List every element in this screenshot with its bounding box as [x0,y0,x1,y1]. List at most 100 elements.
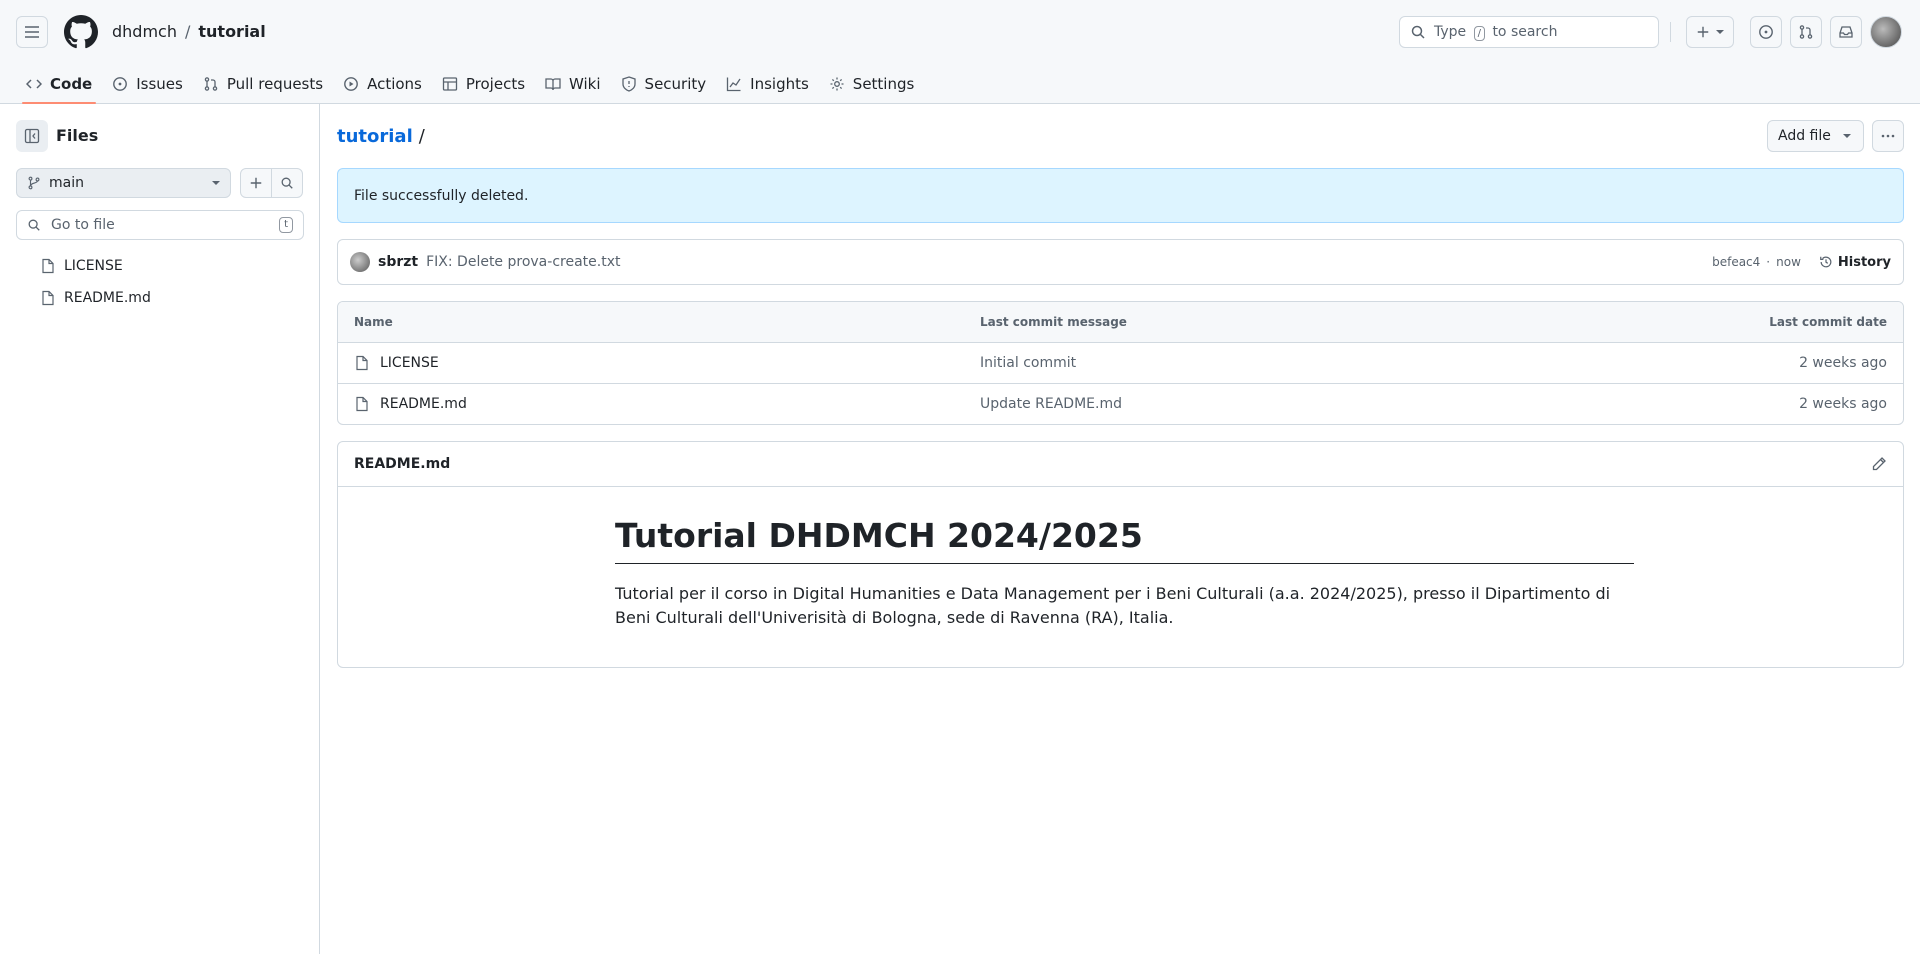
file-name-link[interactable]: README.md [380,396,467,412]
readme-heading: Tutorial DHDMCH 2024/2025 [615,516,1634,564]
tab-security[interactable]: Security [611,64,717,104]
readme-filename[interactable]: README.md [354,456,450,472]
repo-tabs: Code Issues Pull requests Actions Projec… [16,64,924,104]
file-commit-message[interactable]: Initial commit [980,355,1687,371]
repo-link[interactable]: tutorial [198,22,265,41]
git-pull-request-icon [204,77,218,91]
go-to-file-input[interactable]: Go to file t [16,210,304,240]
tab-label: Pull requests [226,75,324,93]
pencil-icon[interactable] [1871,456,1887,472]
collapse-sidebar-button[interactable] [16,120,48,152]
history-button[interactable]: History [1819,255,1891,270]
graph-icon [727,77,741,92]
readme-panel: README.md Tutorial DHDMCH 2024/2025 Tuto… [337,441,1904,668]
search-input[interactable]: Type / to search [1399,16,1659,48]
path-separator: / [418,126,425,147]
path-repo-link[interactable]: tutorial [337,126,413,147]
file-commit-date: 2 weeks ago [1799,355,1887,371]
branch-name: main [49,175,84,191]
tab-pull-requests[interactable]: Pull requests [193,64,333,104]
commit-author[interactable]: sbrzt [378,254,418,270]
search-shortcut-key: / [1473,25,1485,41]
go-to-file-shortcut: t [279,217,293,233]
go-to-file-placeholder: Go to file [51,217,115,233]
issues-button[interactable] [1750,16,1782,48]
commit-message[interactable]: FIX: Delete prova-create.txt [426,254,620,270]
search-icon [28,219,40,231]
add-file-label: Add file [1778,128,1831,144]
commit-meta-dot: · [1766,255,1771,269]
table-row[interactable]: LICENSE Initial commit 2 weeks ago [338,342,1903,383]
search-suffix: to search [1492,23,1558,40]
row-name-cell: README.md [354,396,980,412]
header-divider [1670,22,1671,42]
latest-commit-bar: sbrzt FIX: Delete prova-create.txt befea… [337,239,1904,285]
repo-breadcrumb: dhdmch / tutorial [112,22,266,41]
commit-sha[interactable]: befeac4 [1712,255,1760,269]
tab-code[interactable]: Code [16,64,102,104]
pull-requests-button[interactable] [1790,16,1822,48]
create-new-button[interactable] [1686,16,1734,48]
file-name-link[interactable]: LICENSE [380,355,439,371]
breadcrumb-separator: / [184,22,191,41]
branch-selector[interactable]: main [16,168,231,198]
commit-meta: befeac4 · now History [1712,255,1891,270]
tab-projects[interactable]: Projects [432,64,535,104]
inbox-button[interactable] [1830,16,1862,48]
row-name-cell: LICENSE [354,355,980,371]
tab-actions[interactable]: Actions [333,64,432,104]
tab-label: Wiki [569,75,601,93]
inbox-icon [1839,26,1853,38]
add-file-button[interactable]: Add file [1767,120,1864,152]
menu-button[interactable] [16,16,48,48]
tab-issues[interactable]: Issues [102,64,193,104]
play-icon [344,77,358,91]
more-options-button[interactable] [1872,120,1904,152]
sidebar-title: Files [56,126,99,145]
history-label: History [1837,254,1891,270]
github-logo-icon[interactable] [64,15,98,49]
add-file-sidebar-button[interactable] [240,168,272,198]
issue-opened-icon [113,77,128,91]
git-pull-request-icon [1799,25,1813,39]
commit-time: now [1776,255,1801,269]
tab-wiki[interactable]: Wiki [535,64,611,104]
file-icon [42,258,54,274]
tab-label: Security [644,75,707,93]
global-header: dhdmch / tutorial Type / to search Code … [0,0,1920,104]
table-row[interactable]: README.md Update README.md 2 weeks ago [338,383,1903,424]
tab-settings[interactable]: Settings [819,64,925,104]
tab-label: Settings [852,75,915,93]
tab-label: Actions [367,75,422,93]
file-commit-date: 2 weeks ago [1799,396,1887,412]
search-prefix: Type [1434,23,1467,40]
file-icon [356,396,368,412]
commit-author-avatar[interactable] [350,252,370,272]
issue-opened-icon [1759,25,1773,39]
tab-label: Insights [750,75,809,93]
triangle-down-icon [212,181,220,185]
file-tree-sidebar: Files main Go to file t LICENSE README.m… [0,104,320,954]
search-files-button[interactable] [271,168,303,198]
file-commit-message[interactable]: Update README.md [980,396,1687,412]
tree-item-license[interactable]: LICENSE [40,258,123,274]
tab-insights[interactable]: Insights [716,64,819,104]
table-icon [442,77,458,91]
file-table: Name Last commit message Last commit dat… [337,301,1904,425]
tab-label: Code [50,75,93,93]
readme-paragraph: Tutorial per il corso in Digital Humanit… [615,584,1611,627]
plus-icon [1697,26,1709,38]
readme-content: Tutorial DHDMCH 2024/2025 Tutorial per i… [615,516,1634,630]
owner-link[interactable]: dhdmch [112,22,177,41]
file-icon [356,355,368,371]
header-last-commit-date: Last commit date [1769,315,1887,329]
kebab-horizontal-icon [1881,134,1895,138]
user-avatar[interactable] [1870,16,1902,48]
tree-item-readme[interactable]: README.md [40,290,151,306]
file-icon [42,290,54,306]
code-icon [26,79,42,89]
git-branch-icon [28,176,40,190]
history-icon [1820,256,1832,268]
table-header: Name Last commit message Last commit dat… [338,302,1903,342]
file-path-breadcrumb: tutorial / [337,126,425,147]
